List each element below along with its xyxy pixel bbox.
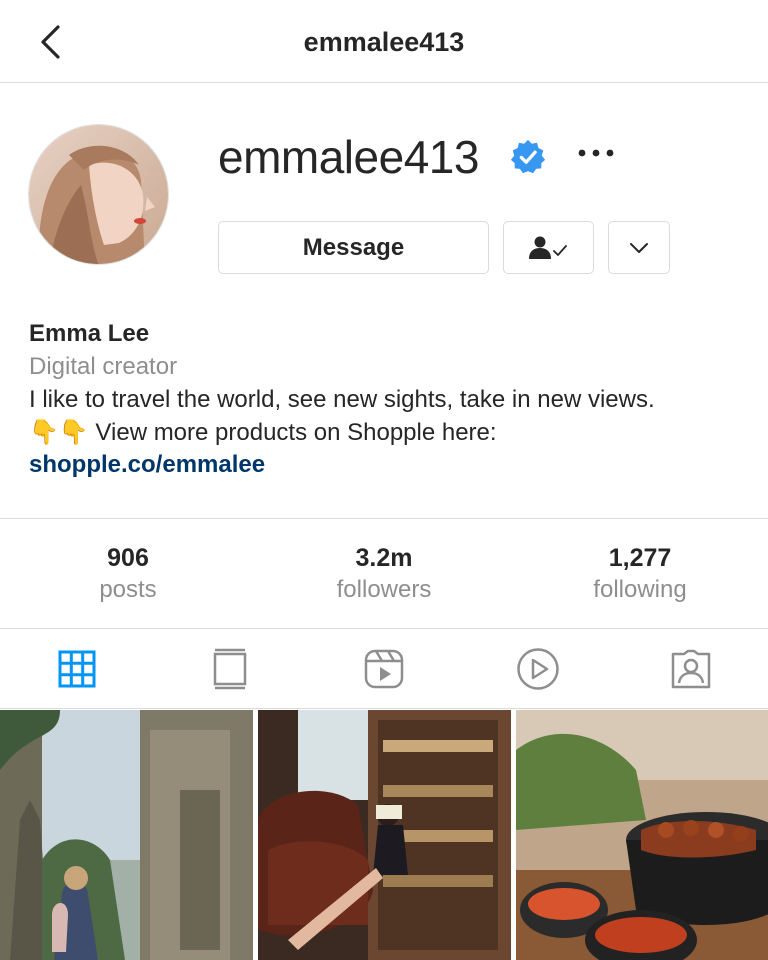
header-username: emmalee413 (303, 27, 465, 57)
profile-stats: 906 posts 3.2m followers 1,277 following (0, 518, 768, 629)
bio: Emma Lee Digital creator I like to trave… (29, 318, 749, 481)
stat-value: 1,277 (608, 544, 672, 572)
chevron-down-icon (630, 242, 648, 253)
tab-tagged[interactable] (614, 630, 768, 708)
tab-guides[interactable] (154, 630, 308, 708)
tab-posts-grid[interactable] (0, 630, 154, 708)
more-options-button[interactable] (572, 138, 622, 168)
category-label: Digital creator (29, 353, 178, 380)
suggested-users-button[interactable] (608, 221, 670, 274)
bio-text-line2: 👇👇 View more products on Shopple here: (29, 419, 497, 446)
content-tabs (0, 630, 768, 709)
tab-videos[interactable] (461, 630, 615, 708)
reels-icon (364, 649, 404, 689)
profile-section: emmalee413 Message Emma Lee Digital crea… (0, 84, 768, 518)
guide-icon (214, 648, 247, 690)
more-dots-icon (578, 149, 614, 157)
stat-value: 906 (107, 544, 149, 572)
stat-value: 3.2m (355, 544, 413, 572)
stat-label: posts (99, 576, 157, 603)
user-check-icon (528, 236, 567, 259)
avatar[interactable] (28, 124, 169, 265)
message-button[interactable]: Message (218, 221, 489, 274)
stat-label: followers (336, 576, 432, 603)
stat-label: following (593, 576, 687, 603)
tagged-icon (671, 649, 711, 689)
followers-count[interactable]: 3.2m followers (256, 519, 512, 628)
posts-grid (0, 710, 768, 960)
verified-badge-icon (510, 139, 546, 174)
video-icon (516, 648, 559, 690)
grid-icon (58, 650, 96, 688)
following-button[interactable] (503, 221, 594, 274)
bio-link[interactable]: shopple.co/emmalee (29, 449, 749, 481)
tab-reels[interactable] (307, 630, 461, 708)
bio-text-line1: I like to travel the world, see new sigh… (29, 386, 655, 413)
post-thumbnail[interactable] (258, 710, 511, 960)
top-bar: emmalee413 (0, 0, 768, 83)
post-thumbnail[interactable] (0, 710, 253, 960)
profile-username: emmalee413 (218, 131, 479, 183)
full-name: Emma Lee (29, 320, 150, 347)
post-thumbnail[interactable] (516, 710, 768, 960)
posts-count[interactable]: 906 posts (0, 519, 256, 628)
following-count[interactable]: 1,277 following (512, 519, 768, 628)
